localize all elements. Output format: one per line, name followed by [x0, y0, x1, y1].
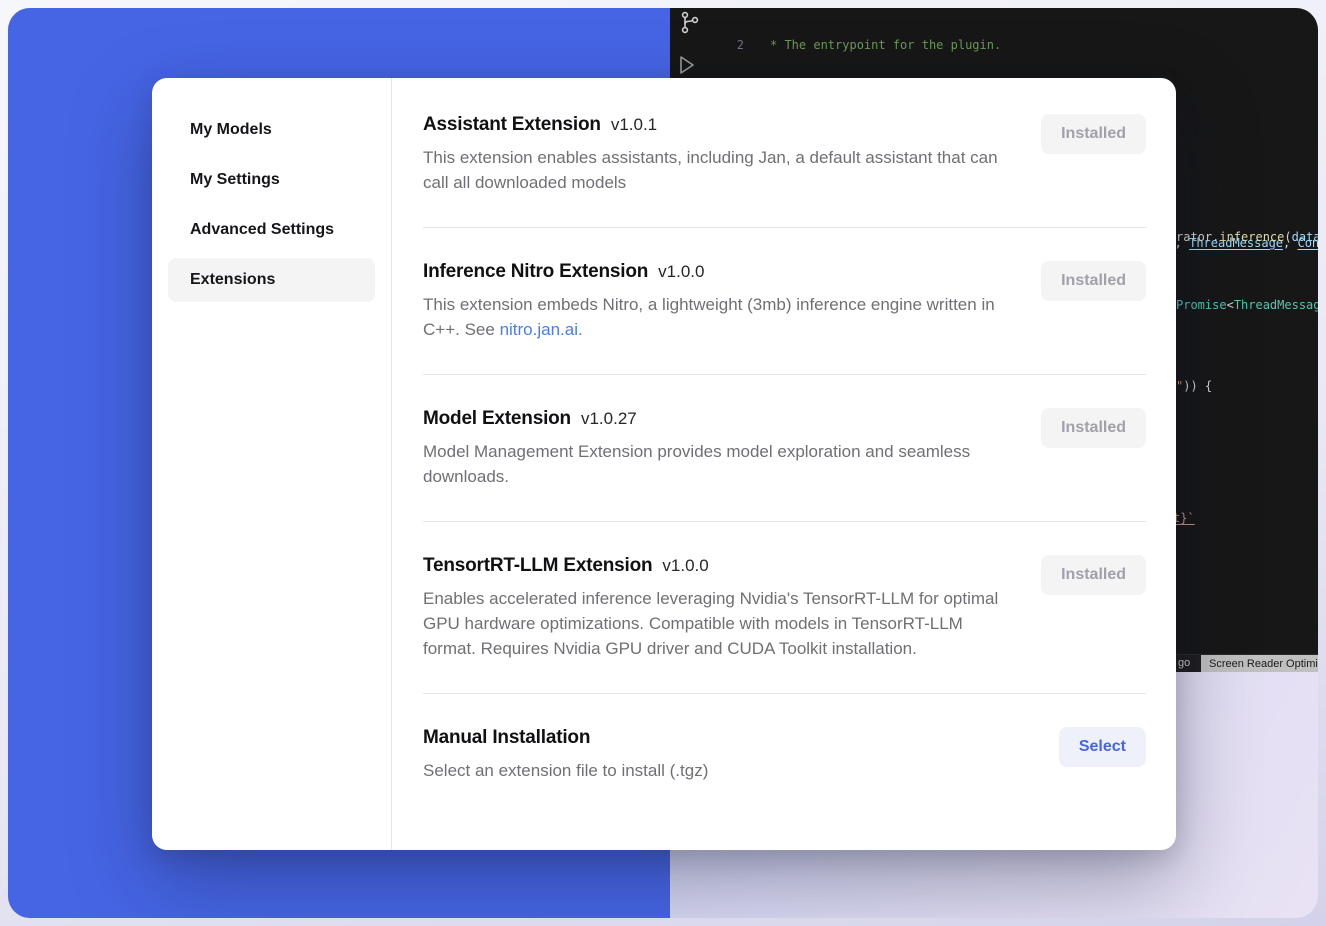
- extension-title: TensortRT-LLM Extension: [423, 555, 652, 577]
- installed-button[interactable]: Installed: [1041, 114, 1146, 154]
- app-window: 2 * The entrypoint for the plugin. 3 */ …: [8, 8, 1318, 918]
- select-file-button[interactable]: Select: [1059, 727, 1146, 767]
- extension-description: This extension enables assistants, inclu…: [423, 145, 1011, 195]
- extension-header: Model Extension v1.0.27: [423, 408, 1011, 430]
- extension-header: Assistant Extension v1.0.1: [423, 114, 1011, 136]
- extension-description: Model Management Extension provides mode…: [423, 439, 1011, 489]
- extension-header: Inference Nitro Extension v1.0.0: [423, 261, 1011, 283]
- code-text: * The entrypoint for the plugin.: [770, 37, 1001, 54]
- extensions-panel: Assistant Extension v1.0.1 This extensio…: [392, 78, 1176, 850]
- manual-installation-item: Manual Installation Select an extension …: [423, 694, 1146, 807]
- screen-reader-status-badge[interactable]: Screen Reader Optimized: [1201, 655, 1318, 672]
- status-bar-item[interactable]: go: [1178, 657, 1190, 669]
- extension-version: v1.0.0: [658, 262, 704, 282]
- extension-description: Enables accelerated inference leveraging…: [423, 586, 1011, 661]
- code-line: 2 * The entrypoint for the plugin.: [670, 37, 1318, 54]
- installed-button[interactable]: Installed: [1041, 408, 1146, 448]
- nitro-jan-ai-link[interactable]: nitro.jan.ai.: [500, 320, 583, 339]
- extension-header: Manual Installation: [423, 727, 708, 749]
- extension-item-inference-nitro: Inference Nitro Extension v1.0.0 This ex…: [423, 228, 1146, 375]
- code-fragment: Promise<ThreadMessage>: [1176, 298, 1318, 312]
- extension-title: Inference Nitro Extension: [423, 261, 648, 283]
- sidebar-item-label: Advanced Settings: [190, 221, 334, 239]
- extension-version: v1.0.1: [611, 115, 657, 135]
- code-fragment: ")) {: [1176, 379, 1212, 393]
- extension-version: v1.0.27: [581, 409, 637, 429]
- extension-item-assistant: Assistant Extension v1.0.1 This extensio…: [423, 114, 1146, 228]
- line-number: 2: [670, 37, 744, 54]
- sidebar-item-label: My Models: [190, 121, 272, 139]
- extension-title: Model Extension: [423, 408, 571, 430]
- code-fragment: rator.inference(data));: [1176, 230, 1318, 244]
- extension-description: This extension embeds Nitro, a lightweig…: [423, 292, 1011, 342]
- extension-item-model: Model Extension v1.0.27 Model Management…: [423, 375, 1146, 522]
- sidebar-item-advanced-settings[interactable]: Advanced Settings: [168, 208, 375, 252]
- settings-sidebar: My Models My Settings Advanced Settings …: [152, 78, 392, 850]
- installed-button[interactable]: Installed: [1041, 261, 1146, 301]
- installed-button[interactable]: Installed: [1041, 555, 1146, 595]
- extension-title: Assistant Extension: [423, 114, 601, 136]
- settings-modal: My Models My Settings Advanced Settings …: [152, 78, 1176, 850]
- sidebar-item-extensions[interactable]: Extensions: [168, 258, 375, 302]
- sidebar-item-my-models[interactable]: My Models: [168, 108, 375, 152]
- extension-item-tensorrt-llm: TensortRT-LLM Extension v1.0.0 Enables a…: [423, 522, 1146, 694]
- sidebar-item-label: Extensions: [190, 271, 275, 289]
- sidebar-item-label: My Settings: [190, 171, 280, 189]
- code-fragment: t}`: [1173, 511, 1195, 525]
- manual-installation-title: Manual Installation: [423, 727, 590, 749]
- extension-header: TensortRT-LLM Extension v1.0.0: [423, 555, 1011, 577]
- extension-version: v1.0.0: [662, 556, 708, 576]
- sidebar-item-my-settings[interactable]: My Settings: [168, 158, 375, 202]
- manual-installation-description: Select an extension file to install (.tg…: [423, 758, 708, 783]
